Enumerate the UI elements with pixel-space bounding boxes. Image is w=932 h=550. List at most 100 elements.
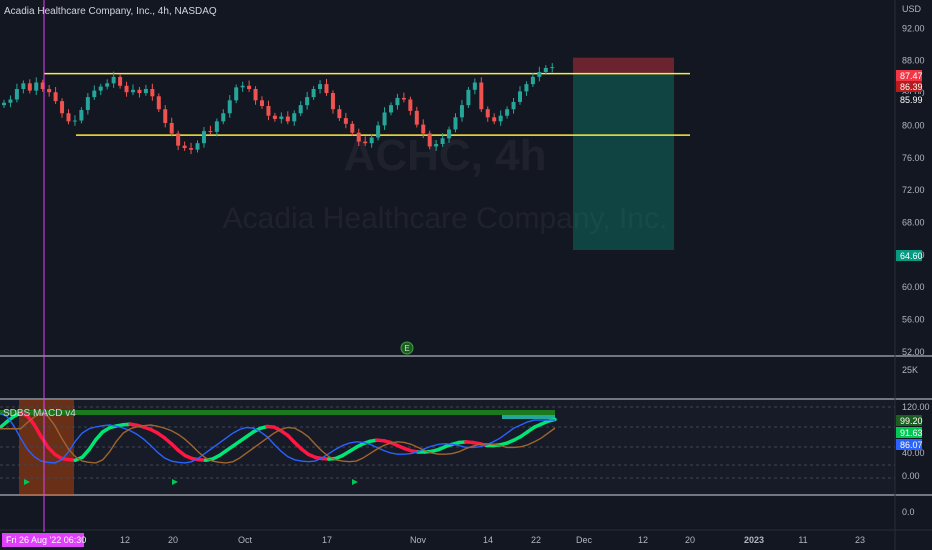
time-label: 11 — [798, 535, 807, 545]
candle-body — [492, 117, 497, 122]
candle-body — [389, 105, 393, 113]
candle-body — [266, 105, 271, 116]
candle-body — [118, 76, 123, 86]
time-label: 22 — [531, 535, 541, 545]
take-profit-zone[interactable] — [573, 73, 674, 251]
candle-body — [401, 97, 406, 100]
candle-body — [143, 89, 148, 94]
macd-badge-text: 91.63 — [900, 428, 923, 438]
candle-body — [47, 89, 52, 93]
candle-body — [60, 101, 65, 114]
candle-body — [518, 91, 522, 102]
candle-body — [485, 109, 490, 118]
trading-chart: ACHC, 4h Acadia Healthcare Company, Inc.… — [0, 0, 932, 550]
lower-pane-tick: 0.0 — [902, 507, 915, 517]
candle-body — [505, 109, 510, 116]
candle-body — [330, 93, 335, 110]
candle-body — [382, 112, 387, 126]
price-tick: 68.00 — [902, 218, 925, 228]
time-label: 23 — [855, 535, 865, 545]
candle-body — [472, 82, 477, 90]
candle-body — [479, 82, 484, 110]
candle-body — [247, 85, 252, 89]
price-tick: 72.00 — [902, 185, 925, 195]
watermark-ticker: ACHC, 4h — [344, 131, 547, 180]
candle-body — [421, 124, 426, 134]
candle-body — [189, 148, 194, 150]
candle-body — [92, 90, 97, 98]
candle-body — [85, 97, 90, 111]
price-tick: 56.00 — [902, 315, 925, 325]
candle-body — [318, 84, 323, 89]
long-position-tool[interactable] — [573, 57, 674, 251]
candle-body — [98, 86, 103, 91]
time-label: 20 — [685, 535, 695, 545]
price-tick: 60.00 — [902, 282, 925, 292]
crosshair-time-text: Fri 26 Aug '22 06:30 — [6, 535, 86, 545]
stop-loss-zone[interactable] — [573, 57, 674, 74]
candle-body — [214, 121, 219, 132]
candle-body — [550, 67, 555, 69]
candle-body — [111, 76, 116, 84]
candle-body — [2, 102, 6, 106]
candle-body — [414, 110, 419, 125]
candle-body — [227, 100, 232, 114]
candle-body — [208, 131, 213, 133]
currency-label[interactable]: USD — [902, 4, 922, 14]
candle-body — [350, 123, 355, 133]
candle-body — [124, 85, 129, 93]
time-label: 14 — [483, 535, 493, 545]
candle-body — [221, 113, 226, 122]
macd-badges: 99.20 91.63 86.07 — [896, 415, 923, 450]
candle-body — [298, 105, 303, 114]
earnings-icon[interactable]: E — [400, 341, 414, 355]
candle-body — [466, 89, 471, 106]
candle-body — [440, 138, 445, 145]
candle-body — [163, 109, 168, 123]
time-label: 17 — [322, 535, 332, 545]
candle-body — [27, 83, 32, 91]
candle-body — [369, 137, 374, 144]
chart-title: Acadia Healthcare Company, Inc., 4h, NAS… — [4, 6, 217, 17]
candle-body — [343, 118, 348, 124]
candle-body — [337, 109, 342, 119]
candle-body — [543, 67, 548, 73]
indicator-label[interactable]: SDBS MACD v4 — [3, 408, 76, 419]
time-label: 20 — [168, 535, 178, 545]
macd-tick: 120.00 — [902, 402, 930, 412]
candle-body — [427, 133, 432, 147]
candle-body — [131, 89, 135, 93]
time-label: Nov — [410, 535, 427, 545]
time-label: 12 — [638, 535, 648, 545]
candle-body — [292, 113, 297, 122]
candle-body — [305, 97, 310, 106]
candle-body — [511, 101, 516, 110]
macd-tick: 0.00 — [902, 471, 920, 481]
candle-body — [524, 84, 529, 92]
candle-body — [176, 133, 181, 146]
candle-body — [324, 84, 329, 94]
price-tick: 52.00 — [902, 347, 925, 357]
candle-body — [459, 105, 464, 118]
candle-body — [311, 89, 316, 98]
candle-body — [195, 143, 200, 150]
candle-body — [453, 117, 458, 130]
candle-body — [156, 96, 161, 110]
candle-body — [66, 113, 71, 122]
candle-body — [447, 129, 452, 139]
price-tick: 80.00 — [902, 120, 925, 130]
candle-body — [356, 132, 361, 142]
candle-body — [201, 131, 206, 144]
candle-body — [182, 145, 187, 149]
candle-body — [137, 89, 142, 94]
candle-body — [376, 125, 381, 138]
price-tick: 88.00 — [902, 56, 925, 66]
candle-body — [530, 76, 535, 85]
candle-body — [8, 99, 13, 103]
candle-body — [53, 92, 58, 102]
time-label: Oct — [238, 535, 253, 545]
candle-body — [253, 89, 258, 101]
candle-body — [537, 72, 542, 77]
macd-signal-band — [502, 415, 555, 419]
candle-body — [21, 83, 26, 89]
